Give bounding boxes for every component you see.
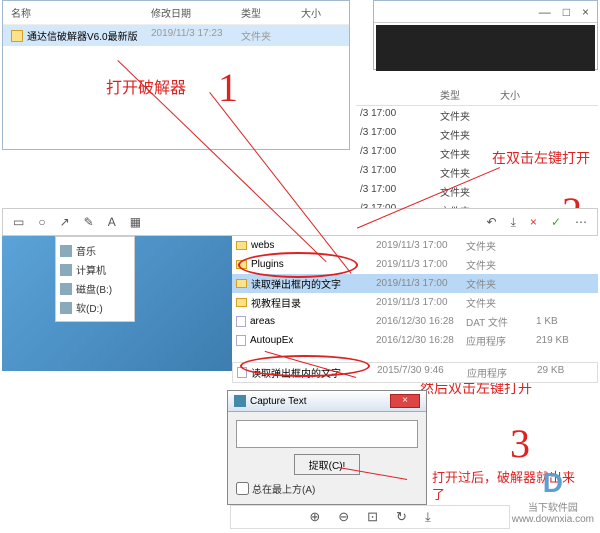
viewer-toolbar: ⊕ ⊖ ⊡ ↻ ⤓ [230, 505, 510, 529]
fit-icon[interactable]: ⊡ [367, 509, 378, 525]
arrow-icon[interactable]: ↗ [60, 215, 70, 229]
pen-icon[interactable]: ✎ [84, 215, 94, 229]
list-item[interactable]: /3 17:00文件夹 [356, 144, 598, 163]
dark-content [376, 25, 595, 71]
close-icon[interactable]: × [582, 5, 589, 19]
disk-icon [60, 283, 72, 295]
cancel-icon[interactable]: × [530, 215, 537, 229]
computer-icon [60, 264, 72, 276]
file-row[interactable]: 视教程目录2019/11/3 17:00文件夹 [232, 293, 598, 312]
step-number-1: 1 [218, 64, 238, 111]
file-row[interactable]: areas2016/12/30 16:28DAT 文件1 KB [232, 312, 598, 331]
screenshot-toolbar: ▭ ○ ↗ ✎ A ▦ ↶ ⤓ × ✓ ⋯ [2, 208, 598, 236]
maximize-icon[interactable]: □ [563, 5, 570, 19]
col-date[interactable]: 修改日期 [151, 5, 241, 20]
capture-button[interactable]: 捉取(C)! [294, 454, 361, 475]
file-row[interactable]: AutoupEx2016/12/30 16:28应用程序219 KB [232, 331, 598, 350]
brand-url: www.downxia.com [512, 514, 594, 525]
list-item[interactable]: /3 17:00文件夹 [356, 106, 598, 125]
explorer-sidebar: 音乐 计算机 磁盘(B:) 软(D:) [55, 236, 135, 322]
folder-icon [236, 298, 247, 307]
window-controls: — □ × [374, 1, 597, 23]
blur-icon[interactable]: ▦ [130, 215, 141, 229]
watermark: D 当下软件园 www.downxia.com [512, 467, 594, 525]
app-icon [234, 395, 246, 407]
download-icon[interactable]: ⤓ [511, 215, 516, 230]
red-circle-2 [240, 355, 370, 377]
col-size[interactable]: 大小 [500, 87, 560, 102]
sidebar-item-disk-b[interactable]: 磁盘(B:) [60, 279, 130, 298]
disk-icon [60, 302, 72, 314]
folder-icon [236, 279, 247, 288]
text-output-field[interactable] [236, 420, 418, 448]
list-item[interactable]: /3 17:00文件夹 [356, 163, 598, 182]
folder-icon [11, 30, 23, 42]
file-date: 2019/11/3 17:23 [151, 28, 241, 43]
capture-text-dialog: Capture Text × 捉取(C)! 总在最上方(A) [227, 390, 427, 505]
text-icon[interactable]: A [108, 215, 116, 229]
sidebar-item-music[interactable]: 音乐 [60, 241, 130, 260]
column-headers: 名称 修改日期 类型 大小 [3, 1, 349, 25]
undo-icon[interactable]: ↶ [487, 215, 497, 229]
annotation-1: 打开破解器 [106, 74, 186, 98]
circle-icon[interactable]: ○ [38, 215, 45, 229]
column-headers: 类型 大小 [356, 84, 598, 106]
close-button[interactable]: × [390, 394, 420, 408]
top-right-window: — □ × [373, 0, 598, 70]
file-name: 通达信破解器V6.0最新版 [27, 28, 138, 43]
file-type: 文件夹 [241, 28, 301, 43]
file-icon [236, 335, 246, 346]
sidebar-item-computer[interactable]: 计算机 [60, 260, 130, 279]
col-size[interactable]: 大小 [301, 5, 341, 20]
dialog-title: Capture Text [250, 396, 307, 407]
music-icon [60, 245, 72, 257]
list-item[interactable]: /3 17:00文件夹 [356, 182, 598, 201]
list-item[interactable]: /3 17:00文件夹 [356, 125, 598, 144]
more-icon[interactable]: ⋯ [575, 215, 587, 229]
zoom-out-icon[interactable]: ⊖ [338, 509, 349, 525]
save-icon[interactable]: ⤓ [425, 509, 431, 525]
sidebar-item-disk-d[interactable]: 软(D:) [60, 298, 130, 317]
zoom-in-icon[interactable]: ⊕ [309, 509, 320, 525]
logo-icon: D [512, 467, 594, 499]
dialog-titlebar[interactable]: Capture Text × [228, 391, 426, 412]
file-row-selected[interactable]: 通达信破解器V6.0最新版 2019/11/3 17:23 文件夹 [3, 25, 349, 46]
always-on-top-checkbox[interactable]: 总在最上方(A) [236, 481, 418, 496]
rotate-icon[interactable]: ↻ [396, 509, 407, 525]
col-name[interactable]: 名称 [11, 5, 151, 20]
col-type[interactable]: 类型 [241, 5, 301, 20]
folder-icon [236, 241, 247, 250]
confirm-icon[interactable]: ✓ [551, 215, 561, 229]
file-icon [236, 316, 246, 327]
rect-icon[interactable]: ▭ [13, 215, 24, 229]
brand-name: 当下软件园 [512, 499, 594, 514]
step-number-3: 3 [510, 420, 530, 467]
minimize-icon[interactable]: — [539, 5, 551, 19]
red-circle-1 [238, 252, 358, 278]
col-type[interactable]: 类型 [440, 87, 500, 102]
